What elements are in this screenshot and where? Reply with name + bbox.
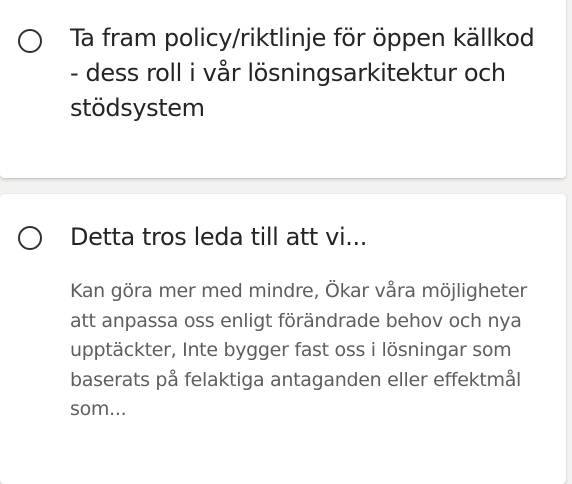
task-card[interactable]: Detta tros leda till att vi... Kan göra …: [0, 194, 566, 484]
complete-task-checkbox[interactable]: [18, 29, 42, 53]
complete-task-checkbox[interactable]: [18, 226, 42, 250]
task-title: Detta tros leda till att vi...: [70, 223, 367, 251]
task-description: Kan göra mer med mindre, Ökar våra möjli…: [70, 280, 527, 420]
task-title: Ta fram policy/riktlinje för öppen källk…: [70, 24, 535, 122]
task-card[interactable]: Ta fram policy/riktlinje för öppen källk…: [0, 0, 566, 178]
